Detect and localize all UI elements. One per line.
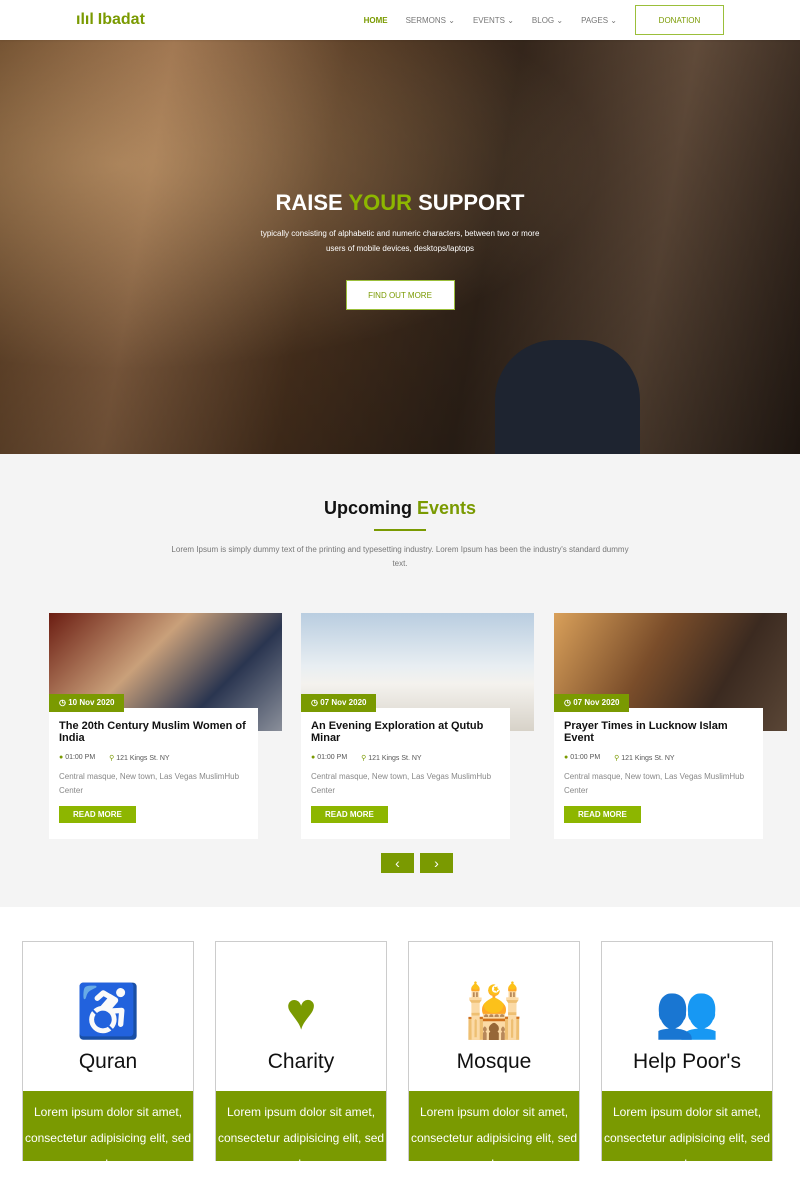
event-location: 121 Kings St. NY [621, 755, 675, 762]
event-time: 01:00 PM [317, 754, 348, 761]
section-subtitle: Lorem Ipsum is simply dummy text of the … [171, 545, 629, 568]
event-time: 01:00 PM [570, 754, 601, 761]
feature-text: Lorem ipsum dolor sit amet, consectetur … [409, 1091, 579, 1171]
hero-image-person [495, 340, 640, 454]
next-arrow-button[interactable]: › [420, 853, 453, 873]
read-more-button[interactable]: READ MORE [59, 806, 136, 823]
feature-text: Lorem ipsum dolor sit amet, consectetur … [216, 1091, 386, 1171]
event-title[interactable]: The 20th Century Muslim Women of India [59, 708, 248, 744]
event-time: 01:00 PM [65, 754, 96, 761]
event-date-badge: ◷ 07 Nov 2020 [554, 694, 630, 712]
section-title: Upcoming Events [323, 498, 477, 518]
hero-banner: RAISE YOUR SUPPORT typically consisting … [0, 40, 800, 454]
wheelchair-icon: ♿ [75, 983, 141, 1041]
hero-text: typically consisting of alphabetic and n… [260, 229, 540, 253]
upcoming-events-section: Upcoming Events Lorem Ipsum is simply du… [0, 454, 800, 907]
clock-icon: ● [564, 754, 569, 761]
read-more-button[interactable]: READ MORE [564, 806, 641, 823]
find-out-more-button[interactable]: FIND OUT MORE [345, 280, 455, 310]
feature-text: Lorem ipsum dolor sit amet, consectetur … [23, 1091, 193, 1171]
clock-icon: ◷ [59, 698, 66, 707]
prev-arrow-button[interactable]: ‹ [381, 853, 414, 873]
clock-icon: ◷ [564, 698, 571, 707]
event-location: 121 Kings St. NY [368, 755, 422, 762]
event-title[interactable]: Prayer Times in Lucknow Islam Event [564, 708, 753, 744]
location-pin-icon: ⚲ [109, 755, 115, 762]
nav-sermons[interactable]: SERMONS ⌄ [406, 16, 455, 25]
clock-icon: ● [59, 754, 64, 761]
event-date-badge: ◷ 07 Nov 2020 [301, 694, 377, 712]
chevron-down-icon: ⌄ [507, 15, 514, 25]
event-card: ◷ 07 Nov 2020 Prayer Times in Lucknow Is… [554, 613, 787, 839]
navbar: ılıl Ibadat HOME SERMONS ⌄ EVENTS ⌄ BLOG … [0, 0, 800, 40]
clock-icon: ◷ [311, 698, 318, 707]
donation-button[interactable]: DONATION [635, 5, 724, 35]
logo[interactable]: ılıl Ibadat [76, 11, 145, 29]
read-more-button[interactable]: READ MORE [311, 806, 388, 823]
location-pin-icon: ⚲ [614, 755, 620, 762]
nav-events[interactable]: EVENTS ⌄ [473, 16, 514, 25]
event-date-badge: ◷ 10 Nov 2020 [49, 694, 125, 712]
feature-card-help-poor-s[interactable]: 👥 Help Poor's Lorem ipsum dolor sit amet, … [601, 941, 773, 1171]
divider [374, 529, 426, 531]
location-pin-icon: ⚲ [361, 755, 367, 762]
chevron-down-icon: ⌄ [556, 15, 564, 25]
event-description: Central masque, New town, Las Vegas Musl… [311, 772, 492, 795]
mosque-logo-icon: ılıl [76, 11, 94, 28]
mosque-icon: 🕌 [461, 983, 527, 1041]
nav-home[interactable]: HOME [364, 16, 388, 25]
nav-pages[interactable]: PAGES ⌄ [581, 16, 617, 25]
clock-icon: ● [311, 754, 316, 761]
feature-title: Mosque [456, 1050, 532, 1073]
event-location: 121 Kings St. NY [116, 755, 170, 762]
feature-card-mosque[interactable]: 🕌 Mosque Lorem ipsum dolor sit amet, conse… [408, 941, 580, 1171]
feature-card-quran[interactable]: ♿ Quran Lorem ipsum dolor sit amet, consec… [22, 941, 194, 1171]
chevron-down-icon: ⌄ [448, 15, 455, 25]
nav-blog[interactable]: BLOG ⌄ [532, 16, 563, 25]
feature-title: Help Poor's [633, 1050, 741, 1073]
feature-text: Lorem ipsum dolor sit amet, consectetur … [602, 1091, 772, 1171]
feature-title: Quran [78, 1050, 138, 1073]
heart-icon: ♥ [285, 983, 317, 1041]
feature-card-charity[interactable]: ♥ Charity Lorem ipsum dolor sit amet, cons… [215, 941, 387, 1171]
chevron-down-icon: ⌄ [610, 15, 617, 25]
event-description: Central masque, New town, Las Vegas Musl… [59, 772, 240, 795]
users-icon: 👥 [654, 983, 720, 1041]
hero-title: RAISE YOUR SUPPORT [275, 190, 525, 215]
feature-title: Charity [267, 1050, 335, 1073]
event-title[interactable]: An Evening Exploration at Qutub Minar [311, 708, 500, 744]
event-card: ◷ 10 Nov 2020 The 20th Century Muslim Wo… [49, 613, 282, 839]
event-description: Central masque, New town, Las Vegas Musl… [564, 772, 745, 795]
event-card: ◷ 07 Nov 2020 An Evening Exploration at … [301, 613, 534, 839]
